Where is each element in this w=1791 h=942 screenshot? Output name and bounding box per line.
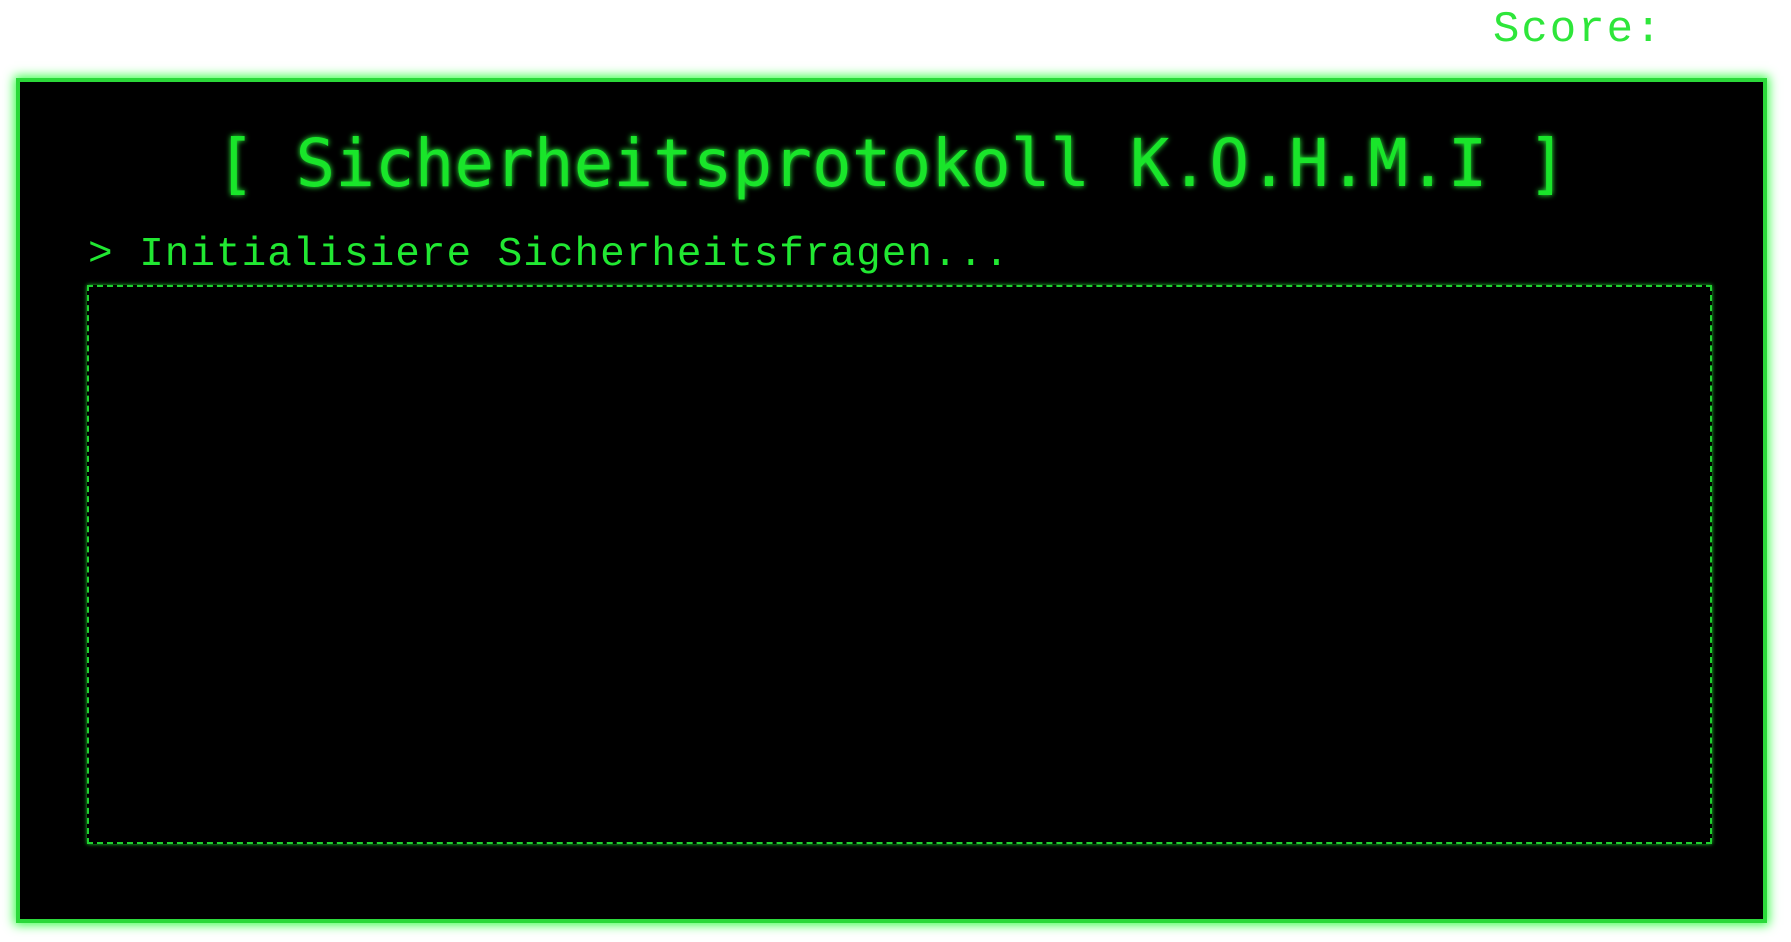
question-area (87, 285, 1712, 844)
status-line: > Initialisiere Sicherheitsfragen... (88, 232, 1010, 278)
score-label: Score: (1493, 5, 1664, 55)
terminal-title: [ Sicherheitsprotokoll K.O.H.M.I ] (215, 125, 1567, 202)
terminal-window: [ Sicherheitsprotokoll K.O.H.M.I ] > Ini… (16, 78, 1767, 923)
